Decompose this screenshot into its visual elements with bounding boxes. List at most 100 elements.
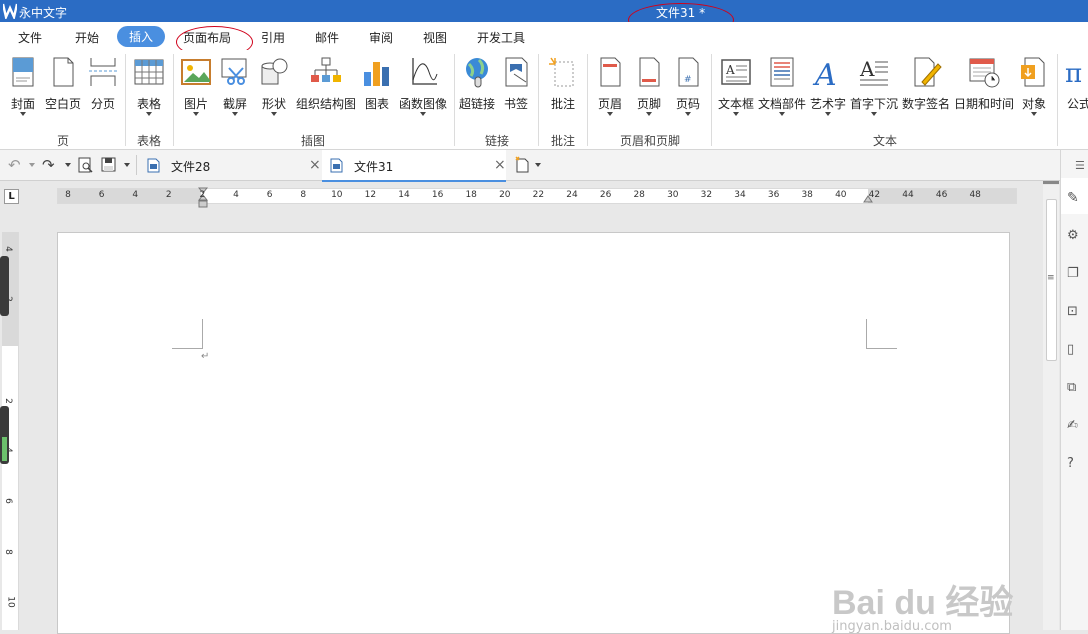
table-icon: [134, 59, 164, 85]
app-logo-icon: [3, 3, 17, 19]
ruler-tick-label: 2: [2, 398, 13, 404]
ruler-tick-label: 4: [132, 190, 139, 200]
group-label-links: 链接: [484, 134, 509, 148]
panel-menu-icon[interactable]: ☰: [1075, 159, 1085, 172]
paragraph-mark-icon: ↵: [201, 351, 210, 362]
blank-page-icon: [53, 57, 74, 87]
ruler-tick-label: 20: [499, 190, 511, 200]
edit-document-icon[interactable]: ✍: [1067, 418, 1083, 434]
vertical-scroll-indicator[interactable]: [0, 256, 9, 316]
group-label-page: 页: [56, 134, 69, 148]
menu-mailings[interactable]: 邮件: [315, 29, 339, 46]
group-label-comments: 批注: [550, 134, 575, 148]
picture-icon: [181, 59, 211, 85]
undo-icon[interactable]: ↶: [8, 156, 21, 174]
undo-dropdown-icon[interactable]: [29, 163, 35, 167]
cover-icon: [12, 57, 34, 87]
tab-doc28[interactable]: 文件28 ×: [147, 150, 322, 180]
quick-access-dropdown-icon[interactable]: [124, 163, 130, 167]
watermark: Bai du 经验 jingyan.baidu.com: [832, 584, 1014, 634]
ruler-tick-label: 30: [667, 190, 679, 200]
margin-corner-top-right: [866, 319, 897, 349]
menu-home[interactable]: 开始: [75, 29, 99, 46]
menu-view[interactable]: 视图: [423, 29, 447, 46]
scroll-grip-icon: ≡: [1047, 273, 1055, 283]
svg-text:π: π: [1065, 59, 1082, 88]
header-icon: [600, 57, 621, 87]
help-icon[interactable]: ?: [1067, 456, 1083, 472]
ruler-tick-label: 28: [633, 190, 645, 200]
tab-doc31[interactable]: 文件31 ×: [322, 150, 506, 182]
new-document-dropdown-icon[interactable]: [535, 163, 541, 167]
ruler-tick-label: 2: [165, 190, 172, 200]
doc-parts-icon: [770, 57, 794, 87]
ruler-tick-label: 6: [2, 498, 13, 504]
ruler-tick-label: 12: [364, 190, 377, 200]
menu-insert[interactable]: 插入: [117, 26, 166, 47]
group-label-illustrations: 插图: [300, 134, 325, 148]
ruler-tick-label: 4: [233, 190, 239, 200]
ruler-tick-label: 10: [5, 596, 16, 608]
footer-icon: [639, 57, 660, 87]
document-icon: [147, 158, 160, 173]
close-icon[interactable]: ×: [309, 157, 321, 173]
save-icon[interactable]: [101, 157, 116, 172]
ruler-tick-label: 44: [902, 190, 914, 200]
ruler-tick-label: 6: [98, 190, 105, 200]
ruler-tick-label: 36: [767, 190, 780, 200]
ruler-tick-label: 48: [969, 190, 981, 200]
document-page[interactable]: ↵ Bai du 经验 jingyan.baidu.com: [57, 232, 1014, 634]
edit-pen-icon[interactable]: ✎: [1067, 190, 1083, 206]
margin-corner-top-left: [172, 319, 203, 349]
menu-review[interactable]: 审阅: [369, 29, 393, 46]
ruler-tick-label: 40: [835, 190, 847, 200]
redo-dropdown-icon[interactable]: [65, 163, 71, 167]
menu-file[interactable]: 文件: [18, 29, 42, 46]
ruler-tick-label: 4: [2, 246, 13, 252]
object-icon: [1021, 57, 1045, 87]
svg-text:A: A: [812, 58, 837, 88]
menu-references[interactable]: 引用: [261, 29, 285, 46]
menu-developer[interactable]: 开发工具: [477, 29, 525, 46]
page-break-icon: [89, 58, 117, 86]
org-chart-icon: [311, 57, 341, 82]
right-side-panel: ☰ ✎ ⚙ ❐ ⊡ ▯ ⧉ ✍ ?: [1060, 150, 1088, 630]
redo-icon[interactable]: ↷: [42, 156, 55, 174]
svg-text:A: A: [859, 57, 875, 81]
group-label-header-footer: 页眉和页脚: [619, 134, 680, 148]
vertical-scrollbar[interactable]: ≡: [1043, 185, 1059, 630]
ruler-tick-label: 16: [431, 190, 444, 200]
menu-bar: 文件 开始 插入 页面布局 引用 邮件 审阅 视图 开发工具: [0, 22, 1088, 50]
ruler-tick-label: 8: [300, 190, 307, 200]
lock-icon[interactable]: ⊡: [1067, 304, 1083, 320]
wordart-icon: A: [812, 58, 837, 88]
ruler-tick-label: 8: [2, 549, 13, 555]
svg-text:#: #: [684, 75, 692, 85]
horizontal-ruler[interactable]: 8 6 4 2 2 4 6 8 10 12 14 16 18 20 22 24 26 28 30 32 34 36 38 40…: [57, 187, 1017, 208]
ruler-tick-label: 8: [65, 190, 71, 200]
digital-signature-icon: [914, 57, 942, 87]
formula-icon: π: [1065, 59, 1082, 88]
layers-icon[interactable]: ❐: [1067, 266, 1083, 282]
document-icon: [330, 158, 343, 173]
drop-cap-icon: A: [859, 57, 888, 86]
group-label-table: 表格: [136, 134, 161, 148]
ruler-tick-label: 14: [398, 190, 410, 200]
ruler-tick-label: 32: [700, 190, 713, 200]
print-preview-icon[interactable]: [78, 157, 93, 173]
settings-icon[interactable]: ⚙: [1067, 228, 1083, 244]
clipboard-icon[interactable]: ▯: [1067, 342, 1083, 358]
hyperlink-icon: [466, 58, 488, 88]
ruler-tick-label: 18: [465, 190, 477, 200]
new-document-icon[interactable]: [514, 156, 530, 173]
close-icon[interactable]: ×: [494, 157, 506, 173]
ribbon: 封面 空白页 分页 表格 图片 截屏 形状 组织结构图 图表 函数图像 超链接 …: [0, 50, 1088, 150]
copy-icon[interactable]: ⧉: [1067, 380, 1083, 396]
svg-text:A: A: [725, 63, 735, 77]
ruler-tick-label: 24: [566, 190, 578, 200]
ruler-tick-label: 34: [734, 190, 746, 200]
textbox-icon: A: [721, 59, 751, 85]
title-bar: 永中文字 文件31 *: [0, 0, 1088, 22]
tab-stop-selector[interactable]: L: [4, 189, 19, 204]
app-name: 永中文字: [19, 6, 68, 20]
